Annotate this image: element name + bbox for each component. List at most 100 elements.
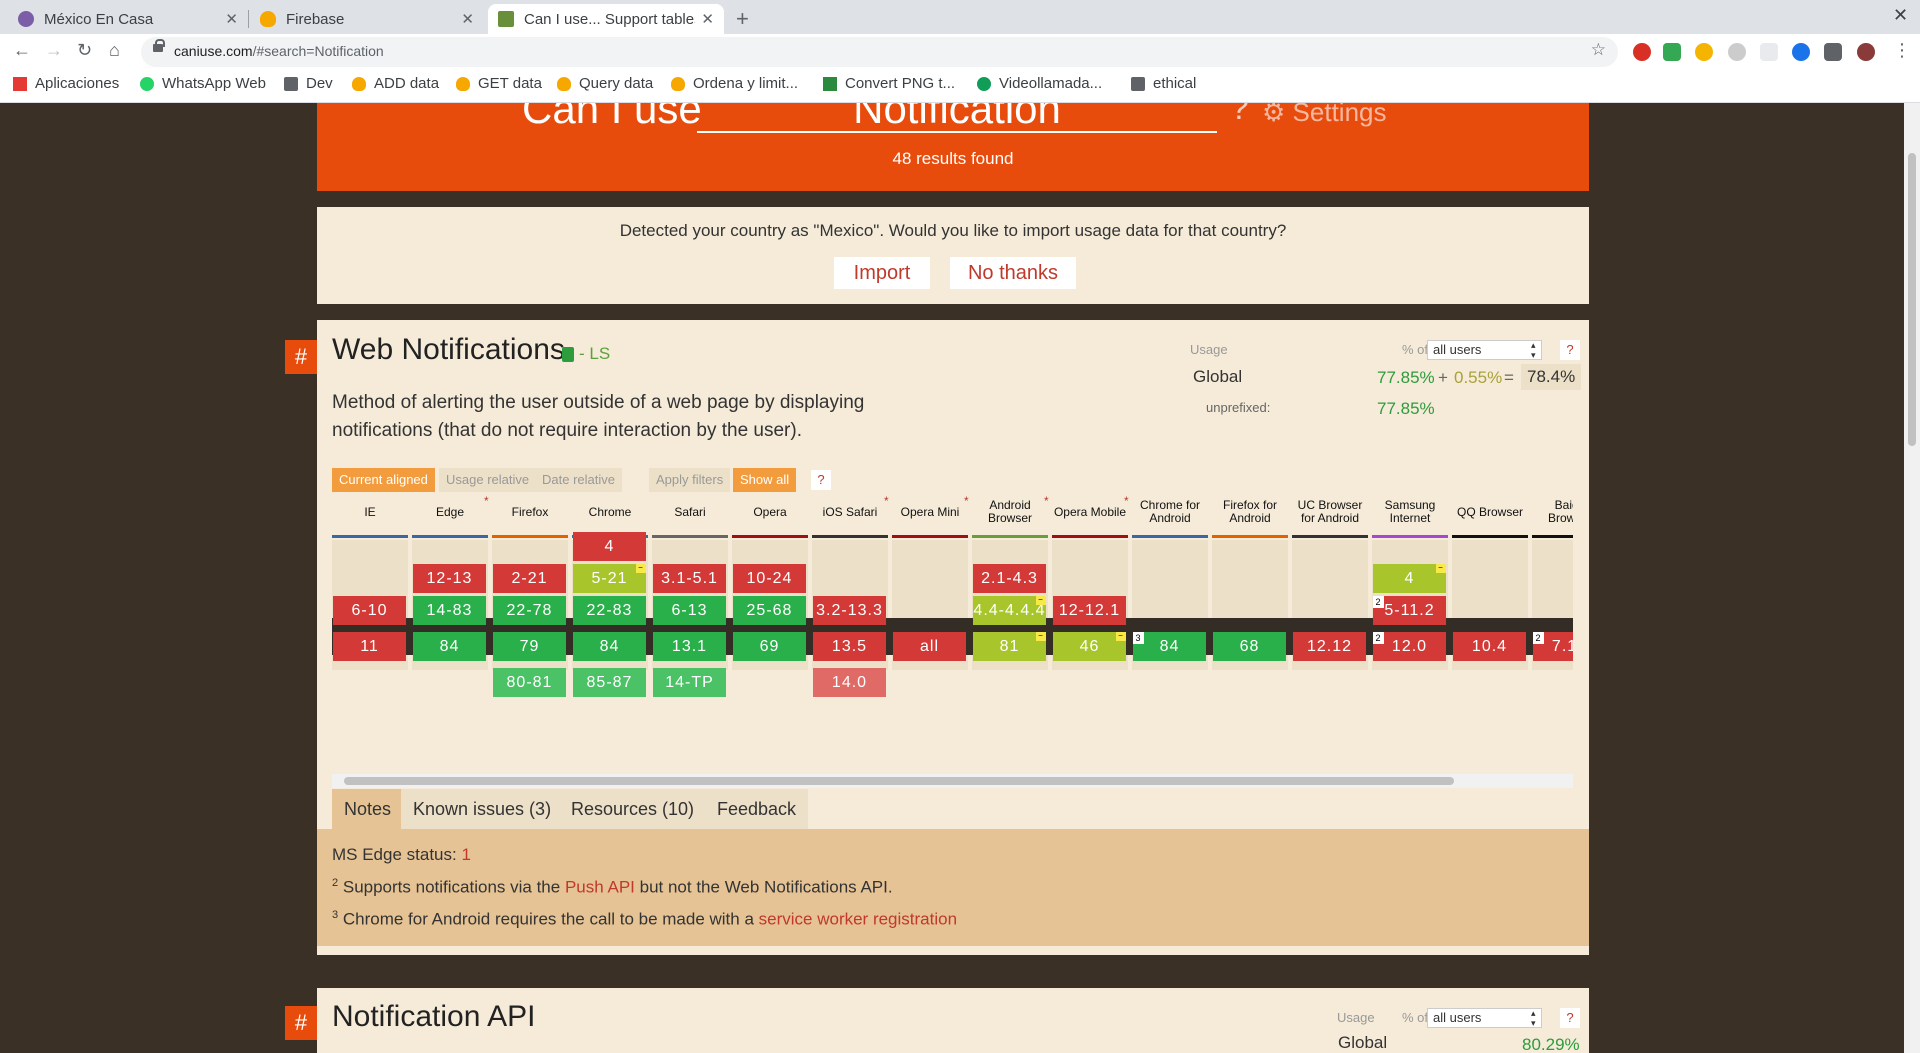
browser-header[interactable]: Firefox	[492, 492, 568, 536]
url-text[interactable]: caniuse.com/#search=Notification	[174, 43, 384, 59]
bookmark-add-data[interactable]: ADD data	[352, 75, 439, 92]
import-button[interactable]: Import	[834, 257, 930, 289]
no-thanks-button[interactable]: No thanks	[950, 257, 1076, 289]
tab-firebase[interactable]: Firebase ✕	[250, 4, 484, 34]
bookmark-star-icon[interactable]: ☆	[1591, 40, 1606, 60]
support-cell[interactable]: 81−	[973, 632, 1046, 661]
tab-mexico-en-casa[interactable]: México En Casa ✕	[8, 4, 248, 34]
support-cell[interactable]: 80-81	[493, 668, 566, 697]
browser-header[interactable]: Samsung Internet	[1372, 492, 1448, 536]
reload-icon[interactable]: ↻	[77, 40, 92, 61]
support-cell[interactable]: 12-13	[413, 564, 486, 593]
support-cell[interactable]: 2-21	[493, 564, 566, 593]
support-cell[interactable]: 4.4-4.4.4−	[973, 596, 1046, 625]
current-aligned-button[interactable]: Current aligned	[332, 468, 435, 492]
fedora-extension-icon[interactable]	[1792, 43, 1810, 61]
support-cell[interactable]: 7.122	[1533, 632, 1573, 661]
support-cell[interactable]: 3.1-5.1	[653, 564, 726, 593]
support-cell[interactable]: 2.1-4.3	[973, 564, 1046, 593]
bookmark-apps[interactable]: Aplicaciones	[13, 75, 119, 92]
page-scrollbar[interactable]	[1904, 103, 1920, 1053]
show-all-button[interactable]: Show all	[733, 468, 797, 492]
support-cell[interactable]: all	[893, 632, 966, 661]
bookmark-query-data[interactable]: Query data	[557, 75, 653, 92]
feature-title[interactable]: Web Notifications	[332, 333, 565, 367]
tab-resources[interactable]: Resources (10)	[559, 789, 707, 829]
adblock-icon[interactable]	[1633, 43, 1651, 61]
circle-extension-icon[interactable]	[1728, 43, 1746, 61]
tab-known-issues[interactable]: Known issues (3)	[401, 789, 564, 829]
browser-header[interactable]: Edge	[412, 492, 488, 536]
spec-status[interactable]: - LS	[579, 344, 610, 364]
support-cell[interactable]: 13.1	[653, 632, 726, 661]
new-tab-icon[interactable]: +	[736, 6, 749, 32]
support-cell[interactable]: 6-10	[333, 596, 406, 625]
horizontal-scroll-thumb[interactable]	[344, 777, 1454, 785]
tab-caniuse[interactable]: Can I use... Support tables ✕	[488, 4, 724, 34]
support-cell[interactable]: 84	[413, 632, 486, 661]
pen-extension-icon[interactable]	[1695, 43, 1713, 61]
browser-header[interactable]: QQ Browser	[1452, 492, 1528, 536]
browser-header[interactable]: Opera Mini	[892, 492, 968, 536]
bookmark-dev[interactable]: Dev	[284, 75, 333, 92]
browser-header[interactable]: iOS Safari	[812, 492, 888, 536]
support-cell[interactable]: 14-83	[413, 596, 486, 625]
support-cell[interactable]: 25-68	[733, 596, 806, 625]
support-cell[interactable]: 10.4	[1453, 632, 1526, 661]
more-menu-icon[interactable]: ⋮	[1893, 40, 1911, 61]
support-cell[interactable]: 14.0	[813, 668, 886, 697]
support-cell[interactable]: 14-TP	[653, 668, 726, 697]
support-cell[interactable]: 22-78	[493, 596, 566, 625]
sheets-extension-icon[interactable]	[1663, 43, 1681, 61]
usage-relative-button[interactable]: Usage relative	[439, 468, 537, 492]
support-cell[interactable]: 4	[573, 532, 646, 561]
date-relative-button[interactable]: Date relative	[535, 468, 622, 492]
browser-header[interactable]: Safari	[652, 492, 728, 536]
support-cell[interactable]: 84	[573, 632, 646, 661]
square-extension-icon[interactable]	[1760, 43, 1778, 61]
bookmark-ordena[interactable]: Ordena y limit...	[671, 75, 798, 92]
puzzle-extensions-icon[interactable]	[1824, 43, 1842, 61]
browser-header[interactable]: Android Browser	[972, 492, 1048, 536]
address-bar[interactable]: caniuse.com/#search=Notification ☆	[141, 37, 1618, 67]
usage-help-button[interactable]: ?	[1560, 1008, 1580, 1028]
scrollbar-thumb[interactable]	[1908, 153, 1916, 446]
filters-help-button[interactable]: ?	[811, 470, 831, 490]
bookmark-whatsapp[interactable]: WhatsApp Web	[140, 75, 266, 92]
feature-title[interactable]: Notification API	[332, 1000, 535, 1034]
support-cell[interactable]: 12.0 2	[1373, 632, 1446, 661]
bookmark-convert-png[interactable]: Convert PNG t...	[823, 75, 955, 92]
support-cell[interactable]: 79	[493, 632, 566, 661]
usage-help-button[interactable]: ?	[1560, 340, 1580, 360]
forward-icon[interactable]: →	[45, 40, 63, 61]
close-icon[interactable]: ✕	[461, 10, 474, 28]
avatar[interactable]	[1857, 43, 1875, 61]
bookmark-ethical[interactable]: ethical	[1131, 75, 1196, 92]
edge-status-link[interactable]: 1	[461, 845, 470, 864]
users-select[interactable]: all users	[1427, 1008, 1542, 1028]
support-cell[interactable]: 13.5	[813, 632, 886, 661]
browser-header[interactable]: Opera Mobile	[1052, 492, 1128, 536]
browser-header[interactable]: Baidu Browser	[1532, 492, 1573, 536]
support-cell[interactable]: 22-83	[573, 596, 646, 625]
support-cell[interactable]: 10-24	[733, 564, 806, 593]
support-cell[interactable]: 84 3	[1133, 632, 1206, 661]
browser-header[interactable]: Chrome for Android	[1132, 492, 1208, 536]
browser-header[interactable]: Chrome	[572, 492, 648, 536]
support-cell[interactable]: 46−	[1053, 632, 1126, 661]
browser-header[interactable]: Firefox for Android	[1212, 492, 1288, 536]
support-cell[interactable]: 4−	[1373, 564, 1446, 593]
browser-header[interactable]: UC Browser for Android	[1292, 492, 1368, 536]
support-cell[interactable]: 5-11.2 2	[1373, 596, 1446, 625]
browser-header[interactable]: Opera	[732, 492, 808, 536]
feature-anchor-link[interactable]: #	[285, 340, 317, 374]
home-icon[interactable]: ⌂	[109, 40, 120, 61]
support-cell[interactable]: 5-21−	[573, 564, 646, 593]
tab-feedback[interactable]: Feedback	[705, 789, 809, 829]
support-cell[interactable]: 85-87	[573, 668, 646, 697]
support-cell[interactable]: 3.2-13.3	[813, 596, 886, 625]
bookmark-get-data[interactable]: GET data	[456, 75, 542, 92]
support-cell[interactable]: 11	[333, 632, 406, 661]
support-cell[interactable]: 12.12	[1293, 632, 1366, 661]
back-icon[interactable]: ←	[13, 40, 31, 61]
